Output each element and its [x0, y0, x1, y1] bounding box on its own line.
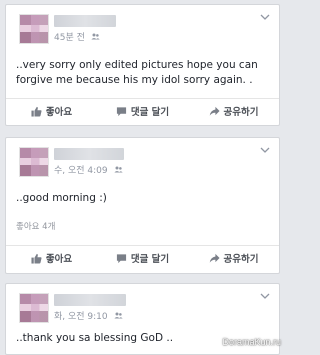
audience-friends-icon [113, 166, 123, 173]
avatar[interactable] [19, 293, 49, 323]
like-label: 좋아요 [45, 107, 73, 118]
comment-button[interactable]: 댓글 달기 [97, 246, 188, 270]
audience-friends-icon [91, 33, 100, 40]
share-label: 공유하기 [223, 107, 259, 118]
chevron-down-icon[interactable] [260, 292, 270, 300]
blurred-author-name[interactable] [54, 15, 116, 27]
comment-bubble-icon [116, 106, 126, 116]
avatar[interactable] [19, 14, 49, 44]
post-card: 45분 전 ..very sorry only edited pictures … [5, 4, 280, 126]
comment-label: 댓글 달기 [130, 254, 170, 265]
post-time[interactable]: 45분 전 [54, 33, 85, 43]
post-meta: 화, 오전 9:10 [54, 309, 123, 322]
share-button[interactable]: 공유하기 [188, 99, 279, 123]
action-bar: 좋아요 댓글 달기 공유하기 [6, 245, 279, 270]
post-text: ..good morning :) [16, 192, 107, 204]
post-meta: 45분 전 [54, 30, 100, 43]
post-time[interactable]: 수, 오전 4:09 [54, 166, 108, 176]
likes-count[interactable]: 좋아요 4개 [16, 220, 55, 232]
blurred-author-name[interactable] [54, 294, 126, 306]
watermark: DoramaKun.ru [222, 337, 281, 347]
post-time[interactable]: 화, 오전 9:10 [54, 312, 108, 322]
like-button[interactable]: 좋아요 [6, 246, 97, 270]
chevron-down-icon[interactable] [260, 13, 270, 21]
post-card: 수, 오전 4:09 ..good morning :) 좋아요 4개 좋아요 … [5, 137, 280, 274]
post-meta: 수, 오전 4:09 [54, 163, 123, 176]
share-arrow-icon [209, 106, 220, 116]
comment-button[interactable]: 댓글 달기 [97, 99, 188, 123]
share-arrow-icon [209, 253, 220, 263]
like-label: 좋아요 [45, 254, 73, 265]
comment-bubble-icon [116, 253, 126, 263]
post-text: ..very sorry only edited pictures hope y… [16, 59, 258, 86]
blurred-author-name[interactable] [54, 148, 124, 160]
like-button[interactable]: 좋아요 [6, 99, 97, 123]
share-button[interactable]: 공유하기 [188, 246, 279, 270]
audience-friends-icon [113, 312, 123, 319]
comment-label: 댓글 달기 [130, 107, 170, 118]
action-bar: 좋아요 댓글 달기 공유하기 [6, 98, 279, 123]
share-label: 공유하기 [223, 254, 259, 265]
chevron-down-icon[interactable] [260, 146, 270, 154]
avatar[interactable] [19, 147, 49, 177]
thumbs-up-icon [31, 253, 42, 264]
thumbs-up-icon [31, 106, 42, 117]
